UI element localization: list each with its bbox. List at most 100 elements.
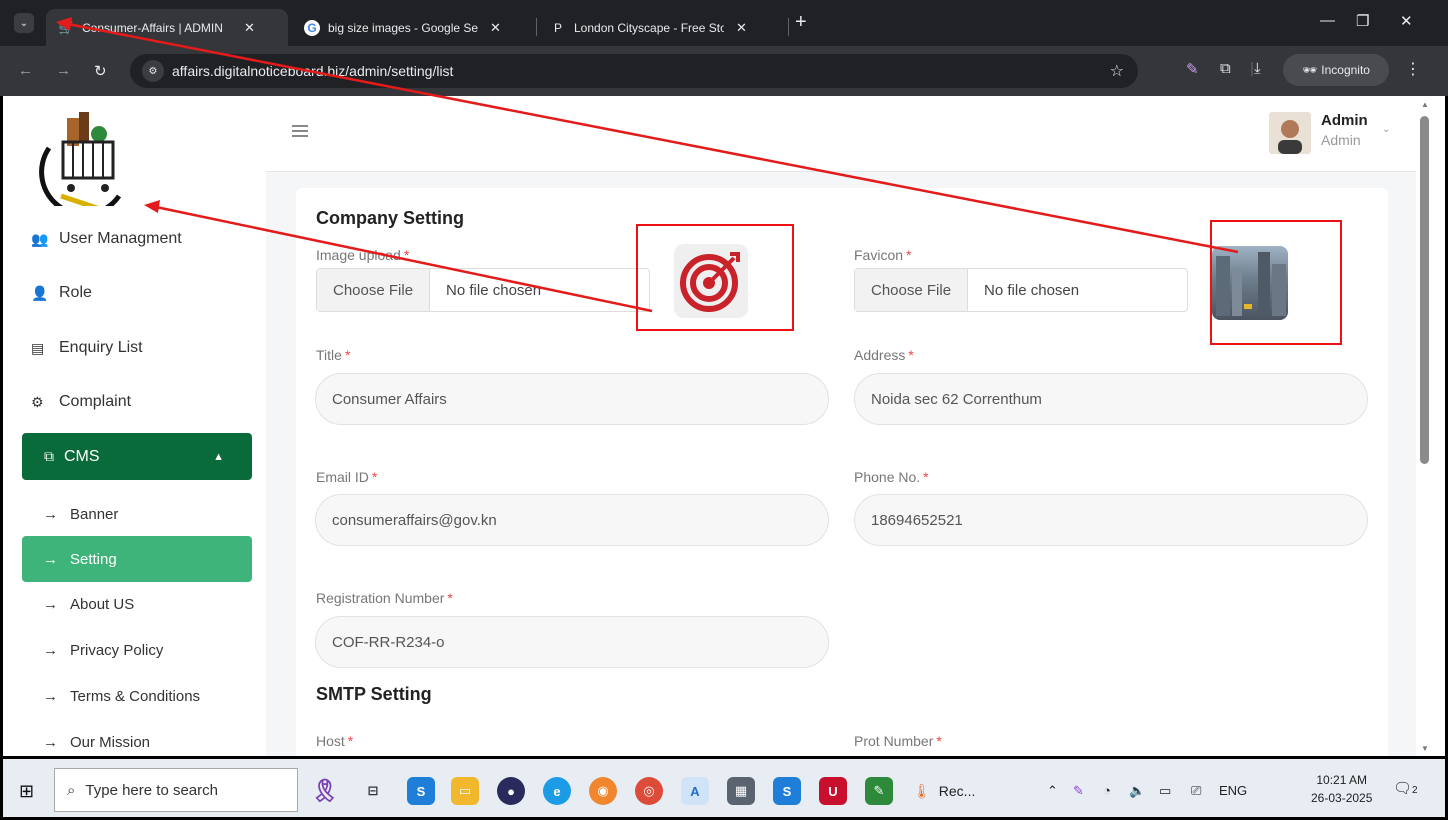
user-icon: 👤 [31,284,49,301]
skype-icon[interactable]: S [407,777,435,805]
favicon-upload-input[interactable]: Choose File No file chosen [854,268,1188,312]
host-label: Host * [316,733,353,749]
forward-icon[interactable]: → [56,62,71,79]
sidebar-item-cms[interactable]: ⧉ CMS ▲ [22,433,252,480]
close-tab-icon[interactable]: ✕ [490,20,501,36]
url-bar[interactable]: ⚙ affairs.digitalnoticeboard.biz/admin/s… [130,54,1138,88]
eclipse-icon[interactable]: ● [497,777,525,805]
chevron-up-icon: ▲ [213,450,224,463]
language-indicator[interactable]: ENG [1219,783,1247,798]
avatar[interactable] [1269,112,1311,154]
tab-london-cityscape[interactable]: P London Cityscape - Free Stock F ✕ [538,9,790,46]
search-icon: ⌕ [67,781,76,799]
restore-icon[interactable]: ❐ [1356,12,1369,30]
wifi-icon[interactable]: ◔ [1103,783,1111,798]
subitem-label: Our Mission [70,734,151,751]
required-mark: * [936,733,942,749]
page-scrollbar[interactable]: ▲ ▼ [1416,96,1448,756]
incognito-badge[interactable]: 🕶 Incognito [1283,54,1389,86]
required-mark: * [908,347,914,363]
subitem-label: Privacy Policy [70,642,164,659]
tab-consumer-affairs[interactable]: 🛒 Consumer-Affairs | ADMIN ✕ [46,9,288,46]
site-info-icon[interactable]: ⚙ [142,60,164,82]
gear-icon: ⚙ [31,393,44,410]
registration-input[interactable]: COF-RR-R234-o [315,616,829,668]
volume-icon[interactable]: 🔈 [1129,783,1145,799]
arrow-right-icon: → [43,596,58,613]
ribbon-icon[interactable]: 🎗 [311,777,339,805]
task-view-icon[interactable]: ⊟ [359,777,387,805]
file-explorer-icon[interactable]: ▭ [451,777,479,805]
close-window-icon[interactable]: ✕ [1400,12,1413,30]
browser-menu-icon[interactable]: ⋮ [1405,59,1421,79]
sidebar-subitem-banner[interactable]: → Banner [43,506,118,523]
windows-taskbar: ⊞ ⌕ Type here to search 🎗 ⊟ S ▭ ● e ◉ ◎ … [0,756,1448,820]
clock-date: 26-03-2025 [1311,791,1373,805]
hamburger-menu-icon[interactable] [292,125,308,137]
reload-icon[interactable]: ↻ [94,62,107,80]
choose-file-button[interactable]: Choose File [855,269,969,311]
sidebar-subitem-privacy-policy[interactable]: → Privacy Policy [43,642,163,659]
thermometer-icon: 🌡 [913,782,931,799]
windows-start-icon[interactable]: ⊞ [19,781,34,802]
sidebar-subitem-terms[interactable]: → Terms & Conditions [43,688,200,705]
edge-icon[interactable]: e [543,777,571,805]
registration-label: Registration Number * [316,590,453,606]
chevron-down-icon[interactable]: ⌄ [1382,124,1390,135]
sidebar-subitem-setting[interactable]: → Setting [22,536,252,582]
sidebar-item-complaint[interactable]: ⚙ Complaint [31,393,131,411]
recording-app[interactable]: 🌡 Rec... [913,777,1013,805]
scrollbar-thumb[interactable] [1420,116,1429,464]
new-tab-icon[interactable]: + [795,11,807,34]
choose-file-button[interactable]: Choose File [317,269,431,311]
chrome-icon[interactable]: ◎ [635,777,663,805]
label-text: Phone No. [854,469,921,485]
title-input[interactable]: Consumer Affairs [315,373,829,425]
sidebar-item-user-management[interactable]: 👥 User Managment [31,230,182,248]
user-name[interactable]: Admin [1321,112,1368,129]
clock[interactable]: 10:21 AM 26-03-2025 [1311,771,1372,807]
sidebar-item-role[interactable]: 👤 Role [31,284,92,302]
extension-feather-icon[interactable]: ✎ [1186,60,1199,78]
scroll-down-icon[interactable]: ▼ [1421,744,1429,753]
tab-search-chevron-icon[interactable]: ⌄ [14,13,34,33]
bookmark-star-icon[interactable]: ☆ [1110,61,1124,81]
browser-tab-bar: ⌄ 🛒 Consumer-Affairs | ADMIN ✕ G big siz… [0,0,1448,46]
battery-icon[interactable]: ▭ [1159,783,1171,799]
notepad-icon[interactable]: ✎ [865,777,893,805]
tab-separator [536,18,537,36]
calculator-icon[interactable]: ▦ [727,777,755,805]
label-text: Favicon [854,247,904,263]
feather-tray-icon[interactable]: ✎ [1073,783,1084,799]
email-input[interactable]: consumeraffairs@gov.kn [315,494,829,546]
image-upload-input[interactable]: Choose File No file chosen [316,268,650,312]
close-tab-icon[interactable]: ✕ [244,20,255,36]
sidebar-item-enquiry-list[interactable]: ▤ Enquiry List [31,339,143,357]
sidebar-subitem-about-us[interactable]: → About US [43,596,134,613]
annotation-box [636,224,794,331]
display-icon[interactable]: ⎚ [1191,783,1201,799]
extensions-icon[interactable]: ⧉ [1220,60,1231,77]
sidebar-subitem-our-mission[interactable]: → Our Mission [43,734,150,751]
image-upload-label: Image upload * [316,247,409,263]
back-icon[interactable]: ← [18,62,33,79]
minimize-icon[interactable]: — [1320,12,1335,29]
firefox-icon[interactable]: ◉ [589,777,617,805]
app-a-icon[interactable]: A [681,777,709,805]
smtp-setting-heading: SMTP Setting [316,684,432,704]
close-tab-icon[interactable]: ✕ [736,20,747,36]
mcafee-icon[interactable]: U [819,777,847,805]
address-input[interactable]: Noida sec 62 Correnthum [854,373,1368,425]
download-icon[interactable]: ⤓ [1254,60,1261,77]
subitem-label: Setting [70,550,117,568]
scroll-up-icon[interactable]: ▲ [1421,100,1429,109]
subitem-label: Banner [70,506,119,523]
label-text: Registration Number [316,590,445,606]
skype-alt-icon[interactable]: S [773,777,801,805]
subitem-label: Terms & Conditions [70,688,201,705]
chevron-up-tray-icon[interactable]: ⌃ [1047,783,1058,799]
tab-google-search[interactable]: G big size images - Google Searc ✕ [292,9,534,46]
notification-icon[interactable]: 🗨2 [1393,779,1418,797]
taskbar-search[interactable]: ⌕ Type here to search [54,768,298,812]
phone-input[interactable]: 18694652521 [854,494,1368,546]
